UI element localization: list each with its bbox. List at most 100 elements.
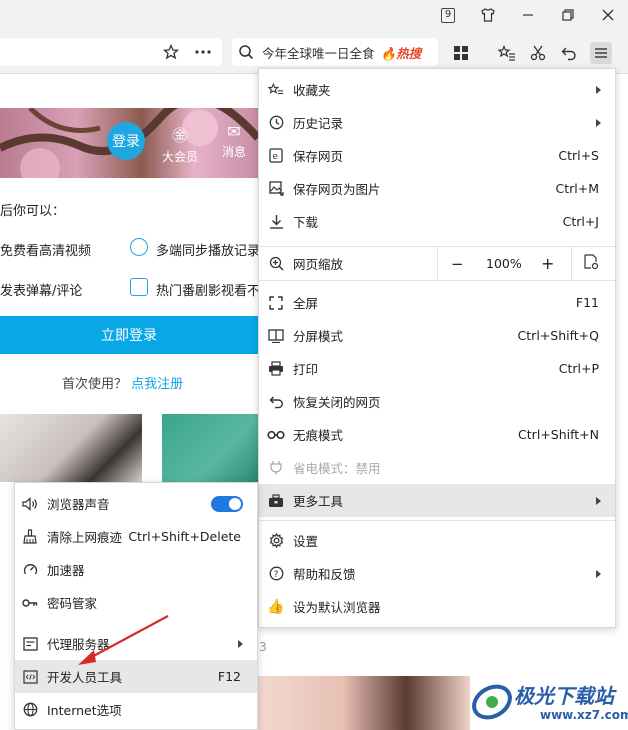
menu-item-shortcut: Ctrl+Shift+N (518, 427, 599, 442)
apps-grid-icon[interactable] (450, 42, 472, 64)
menu-item-label: 保存网页 (293, 149, 344, 164)
first-use-row: 首次使用？ 点我注册 (62, 373, 183, 392)
menu-item-more-tools[interactable]: 更多工具 (259, 484, 615, 517)
clock-icon (130, 238, 148, 256)
menu-item-label: 收藏夹 (293, 83, 331, 98)
address-bar[interactable] (0, 38, 222, 66)
menu-item-label: 更多工具 (293, 494, 344, 509)
mail-icon: ✉ (227, 122, 241, 141)
gear-icon (267, 532, 285, 550)
menu-item-shortcut: F11 (575, 295, 599, 310)
hot-search-label[interactable]: 🔥热搜 (381, 43, 422, 62)
favorites-icon (267, 81, 285, 99)
annotation-arrow (78, 615, 169, 665)
vip-entry[interactable]: ㊎ 大会员 (158, 122, 202, 165)
menu-item-split-screen[interactable]: 分屏模式 Ctrl+Shift+Q (259, 319, 615, 352)
menu-item-label: 恢复关闭的网页 (293, 395, 381, 410)
login-now-button[interactable]: 立即登录 (0, 316, 258, 354)
more-dots-icon[interactable] (192, 41, 214, 63)
menu-item-print[interactable]: 打印 Ctrl+P (259, 352, 615, 385)
register-link[interactable]: 点我注册 (131, 377, 183, 392)
submenu-arrow-icon (596, 85, 601, 94)
video-thumbnail[interactable] (258, 676, 470, 730)
star-icon[interactable] (160, 41, 182, 63)
image-icon (267, 180, 285, 198)
watermark-url: www.xz7.com (540, 708, 628, 722)
menu-item-label: 全屏 (293, 296, 319, 311)
video-thumbnail[interactable] (0, 414, 142, 482)
submenu-item-clear-traces[interactable]: 清除上网痕迹 Ctrl+Shift+Delete (15, 520, 257, 553)
restore-icon[interactable] (556, 4, 580, 26)
menu-item-label: 保存网页为图片 (293, 182, 381, 197)
favorites-list-icon[interactable] (496, 42, 518, 64)
search-icon (239, 45, 254, 60)
message-label: 消息 (221, 145, 246, 159)
menu-button[interactable] (590, 42, 612, 64)
user-banner: 登录 ㊎ 大会员 ✉ 消息 (0, 108, 258, 178)
menu-item-shortcut: Ctrl+M (555, 181, 600, 196)
menu-item-label: 设为默认浏览器 (293, 600, 381, 615)
menu-item-incognito[interactable]: 无痕模式 Ctrl+Shift+N (259, 418, 615, 451)
feature-hot-shows: 热门番剧影视看不 (156, 284, 261, 299)
menu-item-settings[interactable]: 设置 (259, 524, 615, 557)
thumbs-up-icon: 👍 (267, 598, 285, 615)
menu-item-label: 分屏模式 (293, 329, 344, 344)
menu-item-label: 设置 (293, 534, 319, 549)
submenu-arrow-icon (596, 496, 601, 505)
vip-icon: ㊎ (171, 126, 188, 145)
speedometer-icon (21, 561, 39, 579)
vip-label: 大会员 (161, 150, 198, 164)
code-icon (21, 668, 39, 686)
submenu-arrow-icon (596, 118, 601, 127)
undo-icon[interactable] (558, 42, 580, 64)
submenu-item-label: 浏览器声音 (47, 497, 110, 512)
menu-item-label: 帮助和反馈 (293, 567, 356, 582)
first-use-text: 首次使用？ (62, 377, 128, 392)
search-box[interactable]: 今年全球唯一日全食 🔥热搜 (232, 38, 438, 66)
scissors-icon[interactable] (527, 42, 549, 64)
menu-item-shortcut: Ctrl+J (562, 214, 599, 229)
page-settings-icon[interactable] (583, 254, 599, 273)
submenu-item-internet-options[interactable]: Internet选项 (15, 693, 257, 726)
menu-item-history[interactable]: 历史记录 (259, 106, 615, 139)
help-icon: ? (267, 565, 285, 583)
tab-count-badge: 9 (441, 7, 455, 23)
menu-item-save-as-image[interactable]: 保存网页为图片 Ctrl+M (259, 172, 615, 205)
hamburger-icon (595, 48, 607, 58)
submenu-item-browser-sound[interactable]: 浏览器声音 (15, 487, 257, 520)
submenu-item-accelerator[interactable]: 加速器 (15, 553, 257, 586)
menu-item-fullscreen[interactable]: 全屏 F11 (259, 286, 615, 319)
menu-item-label: 打印 (293, 362, 319, 377)
menu-item-restore-closed[interactable]: 恢复关闭的网页 (259, 385, 615, 418)
video-thumbnail[interactable] (162, 414, 258, 482)
page-number: 3 (259, 640, 267, 654)
watermark: 极光下载站 www.xz7.com (470, 676, 628, 730)
menu-item-set-default[interactable]: 👍 设为默认浏览器 (259, 590, 615, 623)
menu-item-label: 省电模式：禁用 (293, 461, 381, 476)
zoom-out-button[interactable]: − (451, 255, 464, 273)
zoom-icon (267, 255, 285, 273)
skin-icon[interactable] (476, 4, 500, 26)
minimize-icon[interactable] (516, 4, 540, 26)
login-avatar-button[interactable]: 登录 (107, 122, 145, 160)
menu-item-help[interactable]: ? 帮助和反馈 (259, 557, 615, 590)
menu-item-shortcut: Ctrl+P (558, 361, 599, 376)
globe-icon (21, 701, 39, 719)
submenu-item-label: 清除上网痕迹 (47, 530, 123, 545)
menu-item-shortcut: Ctrl+S (558, 148, 599, 163)
watermark-logo-icon (472, 684, 512, 720)
feature-sync-history: 多端同步播放记录 (156, 244, 261, 259)
submenu-item-shortcut: Ctrl+Shift+Delete (128, 529, 241, 544)
close-icon[interactable] (596, 4, 620, 26)
sound-toggle[interactable] (211, 495, 243, 512)
zoom-level: 100% (486, 256, 522, 271)
menu-item-download[interactable]: 下载 Ctrl+J (259, 205, 615, 238)
menu-item-save-page[interactable]: e 保存网页 Ctrl+S (259, 139, 615, 172)
zoom-in-button[interactable]: + (541, 254, 554, 273)
tab-count-button[interactable]: 9 (436, 4, 460, 26)
message-entry[interactable]: ✉ 消息 (212, 122, 256, 160)
menu-item-favorites[interactable]: 收藏夹 (259, 73, 615, 106)
submenu-item-label: Internet选项 (47, 703, 122, 718)
split-screen-icon (267, 327, 285, 345)
plug-icon (267, 459, 285, 477)
